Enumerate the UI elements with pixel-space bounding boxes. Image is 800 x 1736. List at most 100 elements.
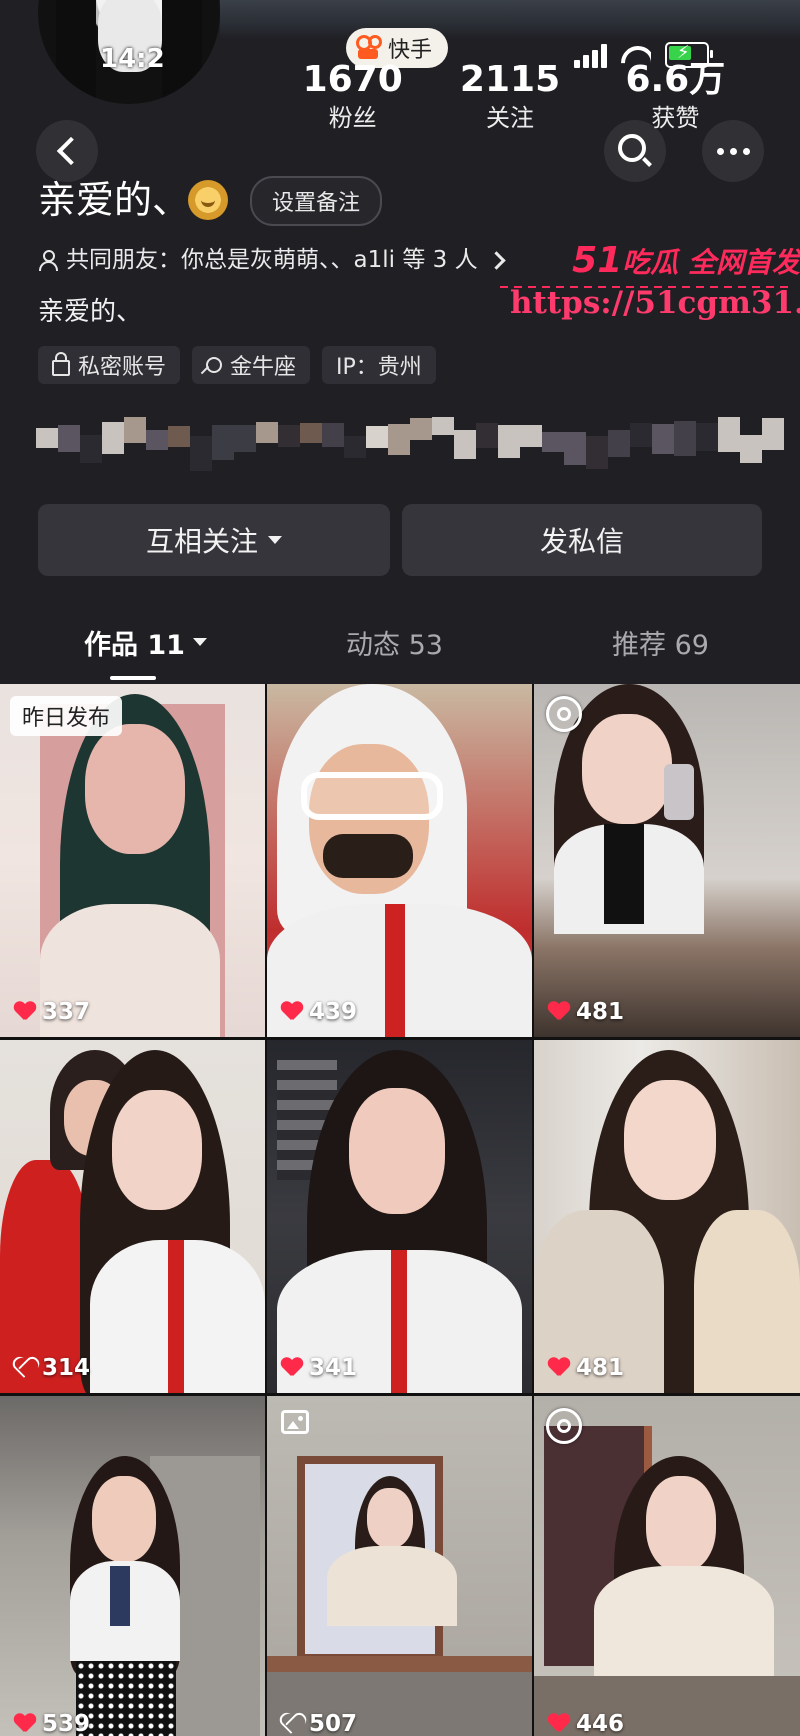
- redaction-block: [388, 424, 410, 455]
- redaction-block: [564, 432, 586, 465]
- more-button[interactable]: [702, 120, 764, 182]
- posts-grid: 昨日发布 337 439 481 314 341 481 539 507 446: [0, 684, 800, 1736]
- back-button[interactable]: [36, 120, 98, 182]
- like-count: 314: [14, 1355, 90, 1381]
- gallery-icon: [281, 1410, 309, 1434]
- heart-icon: [548, 1358, 570, 1378]
- redaction-block: [102, 422, 124, 454]
- like-count: 539: [14, 1711, 90, 1736]
- redaction-block: [674, 421, 696, 456]
- redaction-block: [476, 423, 498, 448]
- tab-works[interactable]: 作品 11: [84, 614, 207, 670]
- tag-label: 私密账号: [78, 355, 167, 380]
- redaction-block: [432, 417, 454, 435]
- mutual-friends-text: 共同朋友：你总是灰萌萌、、a1li 等 3 人: [66, 247, 478, 273]
- redaction-block: [300, 423, 322, 443]
- stat-value: 6.6万: [625, 59, 726, 100]
- redaction-block: [718, 417, 740, 452]
- redaction-block: [762, 418, 784, 450]
- female-symbol-icon: [206, 357, 223, 373]
- stat-label: 粉丝: [328, 104, 377, 132]
- redaction-block: [608, 430, 630, 457]
- tag-label: IP：贵州: [336, 355, 422, 380]
- redaction-block: [146, 430, 168, 450]
- post-thumbnail[interactable]: 507: [267, 1396, 532, 1736]
- heart-icon: [281, 1358, 303, 1378]
- redaction-block: [322, 423, 344, 447]
- profile-page: 14:2 快手 ⚡ 1670 粉丝 2115 关注 6.6万 获赞 亲爱的、 设…: [0, 0, 800, 1736]
- watermark-slogan: 吃瓜 全网首发: [622, 246, 800, 279]
- tab-moments[interactable]: 动态 53: [346, 614, 443, 670]
- heart-icon: [281, 1002, 303, 1022]
- like-count: 481: [548, 1355, 624, 1381]
- medal-icon[interactable]: [188, 180, 228, 220]
- profile-name: 亲爱的、: [38, 178, 191, 222]
- stat-label: 关注: [486, 104, 535, 132]
- pixelated-redaction: [36, 404, 800, 474]
- live-photo-icon: [546, 696, 582, 732]
- redaction-block: [366, 426, 388, 448]
- redaction-block: [58, 425, 80, 452]
- redaction-block: [542, 432, 564, 452]
- send-message-button[interactable]: 发私信: [402, 504, 762, 576]
- post-thumbnail[interactable]: 314: [0, 1040, 265, 1393]
- lock-icon: [52, 352, 70, 376]
- profile-bio: 亲爱的、: [38, 297, 143, 327]
- caret-down-icon: [268, 536, 282, 544]
- post-thumbnail[interactable]: 439: [267, 684, 532, 1037]
- tab-recommended[interactable]: 推荐 69: [612, 614, 709, 670]
- post-thumbnail[interactable]: 539: [0, 1396, 265, 1736]
- person-icon: [38, 249, 58, 271]
- heart-icon: [548, 1002, 570, 1022]
- redaction-block: [586, 436, 608, 469]
- chevron-left-icon: [56, 136, 86, 166]
- redaction-block: [344, 436, 366, 458]
- like-count: 507: [281, 1711, 357, 1736]
- redaction-block: [278, 425, 300, 447]
- search-button[interactable]: [604, 120, 666, 182]
- cover-image: [220, 0, 800, 40]
- redaction-block: [498, 425, 520, 458]
- mutual-follow-label: 互相关注: [145, 525, 258, 558]
- like-count: 446: [548, 1711, 624, 1736]
- profile-stats: 1670 粉丝 2115 关注 6.6万 获赞: [278, 58, 758, 134]
- stat-followers[interactable]: 1670 粉丝: [278, 58, 427, 134]
- post-thumbnail[interactable]: 341: [267, 1040, 532, 1393]
- send-message-label: 发私信: [539, 525, 624, 558]
- status-time: 14:2: [100, 44, 165, 74]
- post-thumbnail[interactable]: 481: [534, 1040, 800, 1393]
- stat-value: 1670: [302, 59, 403, 100]
- more-dots-icon: [716, 147, 724, 155]
- chevron-right-icon: [486, 250, 506, 270]
- post-thumbnail[interactable]: 446: [534, 1396, 800, 1736]
- redaction-block: [36, 428, 58, 448]
- like-count: 439: [281, 999, 357, 1025]
- tab-label: 推荐 69: [612, 629, 709, 661]
- heart-outline-icon: [281, 1714, 303, 1734]
- live-photo-icon: [546, 1408, 582, 1444]
- redaction-block: [410, 418, 432, 440]
- redaction-block: [124, 417, 146, 443]
- like-count: 341: [281, 1355, 357, 1381]
- redaction-block: [168, 426, 190, 447]
- set-remark-button[interactable]: 设置备注: [250, 176, 383, 226]
- watermark-brand: 51: [572, 240, 623, 281]
- stat-value: 2115: [459, 59, 561, 100]
- redaction-block: [256, 422, 278, 443]
- mutual-friends[interactable]: 共同朋友：你总是灰萌萌、、a1li 等 3 人: [38, 244, 506, 276]
- stat-following[interactable]: 2115 关注: [427, 58, 592, 134]
- post-thumbnail[interactable]: 481: [534, 684, 800, 1037]
- redaction-block: [454, 430, 476, 459]
- search-icon: [618, 134, 646, 162]
- mutual-follow-button[interactable]: 互相关注: [38, 504, 390, 576]
- redaction-block: [212, 425, 234, 460]
- tab-label: 动态 53: [346, 629, 443, 661]
- redaction-block: [696, 423, 718, 451]
- content-tabs: 作品 11 动态 53 推荐 69: [0, 614, 800, 684]
- post-thumbnail[interactable]: 昨日发布 337: [0, 684, 265, 1037]
- tag-label: 金牛座: [230, 355, 297, 380]
- redaction-block: [190, 436, 212, 471]
- redaction-block: [652, 424, 674, 454]
- redaction-block: [80, 435, 102, 463]
- heart-icon: [548, 1714, 570, 1734]
